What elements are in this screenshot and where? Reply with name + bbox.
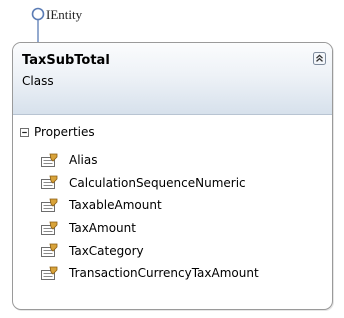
property-icon	[41, 175, 58, 190]
property-icon	[41, 243, 58, 258]
property-icon	[41, 221, 58, 235]
interface-name: IEntity	[46, 7, 83, 22]
property-icon	[41, 266, 58, 280]
property-name: TaxableAmount	[69, 198, 162, 213]
property-item[interactable]: TaxAmount	[41, 217, 259, 240]
compartment-label: Properties	[34, 125, 95, 139]
property-item[interactable]: CalculationSequenceNumeric	[41, 172, 259, 195]
property-item[interactable]: TransactionCurrencyTaxAmount	[41, 262, 259, 285]
property-name: TaxCategory	[69, 243, 144, 258]
property-icon	[41, 153, 58, 167]
property-name: Alias	[69, 153, 98, 168]
property-name: TransactionCurrencyTaxAmount	[69, 266, 259, 281]
property-list: Alias CalculationSequenceNumeric Taxable…	[41, 149, 259, 285]
class-name: TaxSubTotal	[22, 53, 110, 68]
class-kind: Class	[22, 74, 54, 88]
class-shape[interactable]: TaxSubTotal Class Properties Alias Calcu…	[12, 42, 333, 310]
property-item[interactable]: TaxCategory	[41, 239, 259, 262]
property-name: CalculationSequenceNumeric	[69, 175, 246, 190]
property-name: TaxAmount	[69, 221, 136, 236]
property-item[interactable]: TaxableAmount	[41, 194, 259, 217]
properties-compartment-header[interactable]: Properties	[20, 124, 95, 140]
property-item[interactable]: Alias	[41, 149, 259, 172]
class-header[interactable]: TaxSubTotal Class	[13, 43, 332, 115]
collapse-minus-icon[interactable]	[20, 127, 29, 137]
property-icon	[41, 198, 58, 212]
double-chevron-up-icon[interactable]	[313, 52, 326, 65]
